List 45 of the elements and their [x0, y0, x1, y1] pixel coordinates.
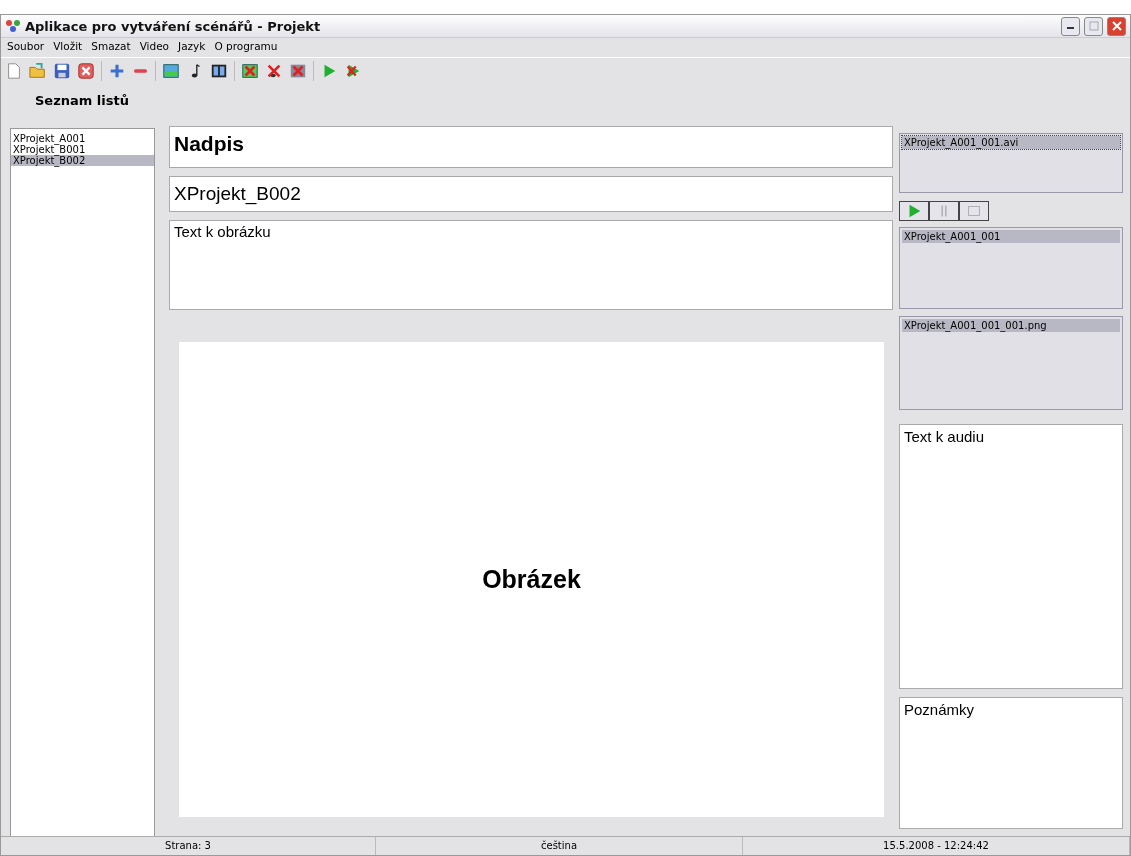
pause-button[interactable] — [929, 201, 959, 221]
close-icon — [77, 62, 95, 80]
plus-icon — [108, 62, 126, 80]
minimize-button[interactable] — [1061, 16, 1080, 36]
close-button[interactable] — [1107, 16, 1126, 36]
notes-field[interactable]: Poznámky — [899, 697, 1123, 829]
menu-item[interactable]: Vložit — [53, 40, 83, 52]
status-text: čeština — [376, 837, 743, 855]
menu-item[interactable]: Video — [139, 40, 170, 52]
maximize-icon — [1088, 21, 1099, 31]
play-button[interactable] — [899, 201, 929, 221]
list-item[interactable]: XProjekt_A001_001.avi — [902, 136, 1120, 149]
document-icon — [5, 62, 23, 80]
stop-button[interactable] — [959, 201, 989, 221]
window-title: Aplikace pro vytváření scénářů - Projekt — [25, 18, 322, 34]
status-text: 15.5.2008 - 12:24:42 — [743, 837, 1130, 855]
list-item[interactable]: XProjekt_A001_001 — [902, 230, 1120, 243]
film-icon — [210, 62, 228, 80]
image-text-field[interactable]: Text k obrázku — [169, 220, 893, 310]
name-field[interactable]: XProjekt_B002 — [169, 176, 893, 212]
toolbar-button[interactable] — [210, 62, 228, 80]
menu-item[interactable]: Smazat — [91, 40, 131, 52]
app-icon — [5, 19, 21, 33]
minus-icon — [134, 69, 147, 73]
folder-icon — [29, 62, 47, 80]
save-icon — [53, 62, 71, 80]
menu-item[interactable]: Soubor — [7, 40, 45, 52]
audio-text-field[interactable]: Text k audiu — [899, 424, 1123, 689]
toolbar-button[interactable] — [53, 62, 71, 80]
menu-item[interactable]: O programu — [214, 40, 278, 52]
image-icon — [162, 62, 180, 80]
list-item[interactable]: XProjekt_A001_001_001.png — [902, 319, 1120, 332]
close-icon — [1111, 21, 1122, 31]
list-item[interactable]: XProjekt_B002 — [11, 155, 154, 166]
image-label: Obrázek — [482, 565, 581, 594]
title-field[interactable]: Nadpis — [169, 126, 893, 168]
panel-heading: Seznam listů — [35, 92, 130, 110]
delete-note-icon — [265, 62, 283, 80]
status-text: Strana: 3 — [1, 837, 376, 855]
menu-item[interactable]: Jazyk — [178, 40, 206, 52]
delete-image-icon — [241, 62, 259, 80]
toolbar-button[interactable] — [265, 62, 283, 80]
delete-film-icon — [289, 62, 307, 80]
list-item[interactable]: XProjekt_A001 — [11, 133, 154, 144]
list-item[interactable]: XProjekt_B001 — [11, 144, 154, 155]
